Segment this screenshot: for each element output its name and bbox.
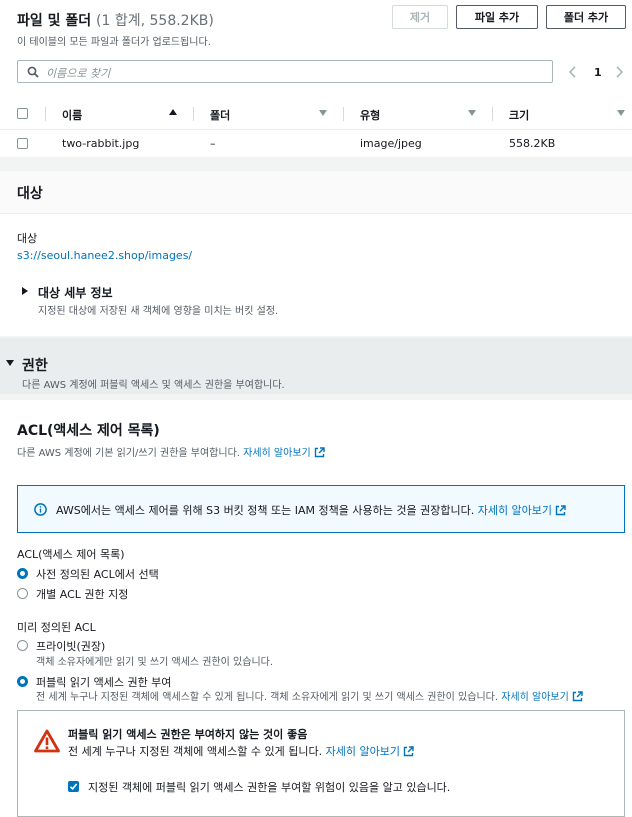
warning-desc-line: 전 세계 누구나 지정된 객체에 액세스할 수 있게 됩니다. 자세히 알아보기 bbox=[68, 743, 414, 759]
files-panel: 파일 및 폴더 (1 합계, 558.2KB) 이 테이블의 모든 파일과 폴더… bbox=[0, 0, 632, 157]
public-read-desc-line: 전 세계 누구나 지정된 객체에 액세스할 수 있게 됩니다. 객체 소유자에게… bbox=[36, 688, 583, 703]
sort-asc-icon[interactable] bbox=[169, 109, 177, 115]
row-checkbox[interactable] bbox=[17, 138, 28, 149]
public-learn-more-text: 자세히 알아보기 bbox=[501, 692, 569, 703]
acknowledge-checkbox[interactable] bbox=[68, 781, 79, 792]
acl-desc: 다른 AWS 계정에 기본 읽기/쓰기 권한을 부여합니다. 자세히 알아보기 bbox=[17, 444, 325, 459]
destination-link[interactable]: s3://seoul.hanee2.shop/images/ bbox=[17, 249, 192, 262]
public-read-radio[interactable] bbox=[17, 676, 28, 687]
destination-details-desc: 지정된 대상에 저장된 새 객체에 영향을 미치는 버킷 설정. bbox=[38, 306, 279, 317]
caret-right-icon[interactable] bbox=[22, 287, 28, 295]
chevron-right-icon[interactable] bbox=[614, 66, 624, 78]
private-desc: 객체 소유자에게만 읽기 및 쓰기 액세스 권한이 있습니다. bbox=[36, 657, 274, 668]
acl-desc-text: 다른 AWS 계정에 기본 읽기/쓰기 권한을 부여합니다. bbox=[17, 448, 240, 459]
acl-group-label: ACL(액세스 제어 목록) bbox=[17, 548, 125, 561]
column-header-name[interactable]: 이름 bbox=[62, 107, 82, 123]
row-folder: – bbox=[210, 137, 216, 150]
caret-down-icon[interactable] bbox=[6, 360, 14, 366]
warning-alert: 퍼블릭 읽기 액세스 권한은 부여하지 않는 것이 좋음 전 세계 누구나 지정… bbox=[17, 710, 625, 817]
header-divider bbox=[45, 107, 46, 121]
sort-icon[interactable] bbox=[319, 110, 327, 116]
destination-label: 대상 bbox=[17, 232, 38, 245]
permissions-header: 권한 다른 AWS 계정에 퍼블릭 액세스 및 액세스 권한을 부여합니다. bbox=[0, 338, 632, 394]
warning-learn-more-text: 자세히 알아보기 bbox=[325, 745, 400, 758]
destination-heading: 대상 bbox=[17, 186, 43, 202]
add-folder-button[interactable]: 폴더 추가 bbox=[546, 5, 626, 29]
header-divider bbox=[193, 107, 194, 121]
external-link-icon bbox=[314, 447, 325, 458]
predefined-acl-label: 미리 정의된 ACL bbox=[17, 621, 96, 634]
acknowledge-label[interactable]: 지정된 객체에 퍼블릭 읽기 액세스 권한을 부여할 위험이 있음을 알고 있습… bbox=[88, 779, 450, 795]
sort-icon[interactable] bbox=[617, 110, 625, 116]
acl-predefined-label[interactable]: 사전 정의된 ACL에서 선택 bbox=[36, 566, 159, 582]
search-icon bbox=[27, 66, 39, 78]
acl-individual-label[interactable]: 개별 ACL 권한 지정 bbox=[36, 586, 128, 602]
search-input[interactable]: 이름으로 찾기 bbox=[17, 60, 553, 83]
acl-learn-more-link[interactable]: 자세히 알아보기 bbox=[243, 447, 325, 459]
private-radio[interactable] bbox=[17, 640, 28, 651]
info-alert: AWS에서는 액세스 제어를 위해 S3 버킷 정책 또는 IAM 정책을 사용… bbox=[17, 485, 625, 533]
header-divider bbox=[492, 107, 493, 121]
row-size: 558.2KB bbox=[509, 137, 556, 150]
destination-details-title[interactable]: 대상 세부 정보 bbox=[38, 284, 113, 301]
permissions-desc: 다른 AWS 계정에 퍼블릭 액세스 및 액세스 권한을 부여합니다. bbox=[22, 380, 285, 391]
private-label[interactable]: 프라이빗(권장) bbox=[36, 638, 105, 654]
info-icon bbox=[34, 503, 47, 516]
public-read-desc: 전 세계 누구나 지정된 객체에 액세스할 수 있게 됩니다. 객체 소유자에게… bbox=[36, 692, 499, 703]
warning-desc: 전 세계 누구나 지정된 객체에 액세스할 수 있게 됩니다. bbox=[68, 745, 323, 758]
search-placeholder: 이름으로 찾기 bbox=[46, 67, 111, 80]
select-all-checkbox[interactable] bbox=[17, 108, 28, 119]
info-alert-message: AWS에서는 액세스 제어를 위해 S3 버킷 정책 또는 IAM 정책을 사용… bbox=[56, 502, 566, 518]
warning-learn-more-link[interactable]: 자세히 알아보기 bbox=[326, 745, 414, 758]
column-header-size[interactable]: 크기 bbox=[509, 107, 529, 123]
external-link-icon bbox=[572, 691, 583, 702]
files-title: 파일 및 폴더 (1 합계, 558.2KB) bbox=[17, 10, 214, 30]
table-header: 이름 폴더 유형 크기 bbox=[0, 98, 632, 130]
destination-header: 대상 bbox=[0, 171, 632, 214]
warning-title: 퍼블릭 읽기 액세스 권한은 부여하지 않는 것이 좋음 bbox=[68, 728, 308, 741]
chevron-left-icon[interactable] bbox=[568, 66, 578, 78]
sort-icon[interactable] bbox=[468, 110, 476, 116]
checkmark-icon bbox=[69, 783, 78, 790]
acl-individual-radio[interactable] bbox=[17, 588, 28, 599]
destination-panel: 대상 대상 s3://seoul.hanee2.shop/images/ 대상 … bbox=[0, 171, 632, 336]
files-title-text: 파일 및 폴더 bbox=[17, 13, 92, 29]
acl-predefined-radio[interactable] bbox=[17, 568, 28, 579]
info-learn-more-link[interactable]: 자세히 알아보기 bbox=[478, 504, 566, 517]
row-name: two-rabbit.jpg bbox=[62, 137, 140, 150]
acl-panel: ACL(액세스 제어 목록) 다른 AWS 계정에 기본 읽기/쓰기 권한을 부… bbox=[0, 400, 632, 817]
column-header-folder[interactable]: 폴더 bbox=[210, 107, 230, 123]
acl-title: ACL(액세스 제어 목록) bbox=[17, 423, 160, 439]
header-divider bbox=[343, 107, 344, 121]
column-header-type[interactable]: 유형 bbox=[360, 107, 380, 123]
files-count: (1 합계, 558.2KB) bbox=[96, 13, 214, 29]
permissions-heading[interactable]: 권한 bbox=[22, 355, 48, 375]
table-row[interactable]: two-rabbit.jpg – image/jpeg 558.2KB bbox=[0, 131, 632, 157]
row-type: image/jpeg bbox=[360, 137, 422, 150]
page-number[interactable]: 1 bbox=[594, 66, 602, 79]
add-files-button[interactable]: 파일 추가 bbox=[456, 5, 538, 29]
files-subtitle: 이 테이블의 모든 파일과 폴더가 업로드됩니다. bbox=[17, 37, 211, 48]
external-link-icon bbox=[555, 505, 566, 516]
info-alert-text: AWS에서는 액세스 제어를 위해 S3 버킷 정책 또는 IAM 정책을 사용… bbox=[56, 504, 475, 517]
external-link-icon bbox=[403, 746, 414, 757]
remove-button[interactable]: 제거 bbox=[392, 5, 448, 29]
warning-icon bbox=[34, 729, 60, 753]
acl-learn-more-text: 자세히 알아보기 bbox=[243, 448, 311, 459]
public-learn-more-link[interactable]: 자세히 알아보기 bbox=[501, 691, 583, 703]
info-learn-more-text: 자세히 알아보기 bbox=[477, 504, 553, 517]
